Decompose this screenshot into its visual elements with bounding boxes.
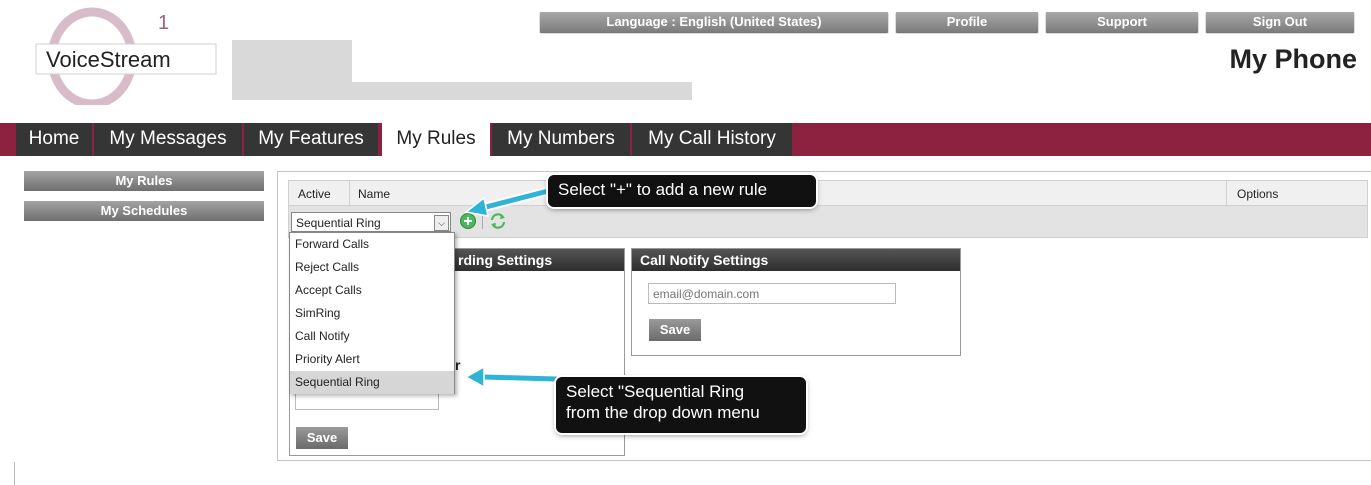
rules-table-header: Active Name Options: [288, 180, 1368, 206]
call-notify-header: Call Notify Settings: [632, 249, 960, 271]
rule-type-select[interactable]: Sequential Ring ⌵: [291, 212, 451, 232]
tab-my-call-history[interactable]: My Call History: [632, 123, 792, 156]
col-name-header: Name: [358, 187, 391, 201]
logo-text: VoiceStream: [46, 47, 171, 72]
divider: [349, 181, 350, 206]
language-button[interactable]: Language : English (United States): [540, 12, 888, 32]
dropdown-option-call-notify[interactable]: Call Notify: [290, 325, 454, 348]
dropdown-option-simring[interactable]: SimRing: [290, 302, 454, 325]
save-button[interactable]: Save: [296, 427, 348, 449]
divider: [1226, 181, 1227, 206]
page-title: My Phone: [1229, 44, 1357, 74]
redacted-block: [232, 40, 352, 82]
support-button[interactable]: Support: [1046, 12, 1198, 32]
col-active-header: Active: [298, 187, 331, 201]
sidebar-item-my-schedules[interactable]: My Schedules: [24, 201, 264, 221]
tab-my-messages[interactable]: My Messages: [94, 123, 242, 156]
callout-add-rule: Select "+" to add a new rule: [548, 175, 816, 207]
dropdown-option-priority-alert[interactable]: Priority Alert: [290, 348, 454, 371]
dropdown-option-reject-calls[interactable]: Reject Calls: [290, 256, 454, 279]
callout-line: from the drop down menu: [566, 403, 760, 422]
callout-sequential-ring: Select "Sequential Ring from the drop do…: [556, 377, 806, 433]
number-input[interactable]: [295, 392, 439, 410]
tab-my-rules[interactable]: My Rules: [382, 123, 490, 156]
profile-button[interactable]: Profile: [896, 12, 1038, 32]
sidebar-item-my-rules[interactable]: My Rules: [24, 171, 264, 191]
dropdown-option-accept-calls[interactable]: Accept Calls: [290, 279, 454, 302]
save-button[interactable]: Save: [649, 319, 701, 341]
logo-superscript: 1: [158, 12, 170, 34]
callout-arrows: [464, 185, 560, 389]
col-options-header: Options: [1237, 187, 1279, 201]
tab-my-numbers[interactable]: My Numbers: [492, 123, 630, 156]
dropdown-option-forward-calls[interactable]: Forward Calls: [290, 233, 454, 256]
chevron-down-icon[interactable]: ⌵: [434, 215, 449, 231]
redacted-bar: [232, 82, 692, 100]
voicestream-logo: VoiceStream 1: [30, 0, 230, 109]
rule-type-dropdown: Forward Calls Reject Calls Accept Calls …: [289, 232, 455, 394]
rule-type-select-value: Sequential Ring: [296, 216, 381, 230]
dropdown-option-sequential-ring[interactable]: Sequential Ring: [290, 371, 454, 394]
tab-home[interactable]: Home: [16, 123, 92, 156]
email-field[interactable]: [648, 283, 896, 304]
callout-line: Select "Sequential Ring: [566, 382, 745, 401]
sign-out-button[interactable]: Sign Out: [1206, 12, 1354, 32]
tab-my-features[interactable]: My Features: [244, 123, 378, 156]
divider: [14, 462, 15, 485]
